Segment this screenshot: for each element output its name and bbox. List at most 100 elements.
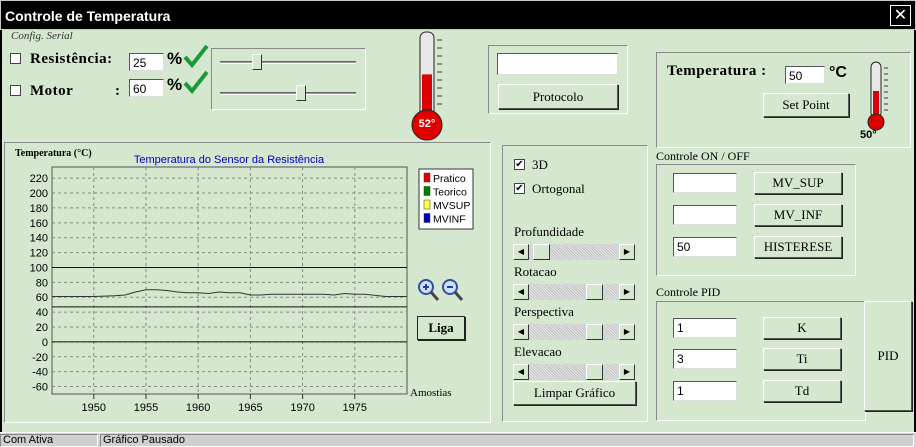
pid-k-input[interactable]: 1 bbox=[673, 318, 737, 338]
y-tick-label: -40 bbox=[32, 367, 48, 379]
y-tick-label: -20 bbox=[32, 352, 48, 364]
slider-elevacao[interactable]: ◀ ▶ bbox=[513, 364, 635, 380]
limpar-grafico-button[interactable]: Limpar Gráfico bbox=[513, 381, 636, 405]
pid-td-button[interactable]: Td bbox=[763, 380, 841, 402]
check-3d-checkbox[interactable]: ✔ bbox=[514, 159, 525, 170]
resistencia-percent: % bbox=[167, 49, 183, 68]
y-tick-label: 60 bbox=[36, 292, 48, 304]
zoom-out-icon[interactable] bbox=[440, 277, 464, 303]
pid-title: Controle PID bbox=[656, 285, 721, 299]
y-tick-label: 20 bbox=[36, 322, 48, 334]
legend-swatch bbox=[423, 199, 431, 210]
mv-inf-button[interactable]: MV_INF bbox=[754, 204, 842, 226]
protocolo-input[interactable] bbox=[497, 53, 618, 75]
onoff-panel: MV_SUP MV_INF 50 HISTERESE bbox=[656, 164, 856, 276]
motor-checkbox[interactable] bbox=[10, 85, 21, 96]
arrow-right-icon[interactable]: ▶ bbox=[619, 324, 635, 340]
x-tick-label: 1965 bbox=[238, 402, 262, 414]
check-3d-label: 3D bbox=[532, 157, 548, 172]
legend-swatch bbox=[423, 186, 431, 196]
histerese-button[interactable]: HISTERESE bbox=[754, 236, 842, 258]
close-button[interactable]: ✕ bbox=[890, 5, 911, 26]
close-icon: ✕ bbox=[893, 5, 908, 24]
onoff-title: Controle ON / OFF bbox=[656, 149, 750, 163]
protocolo-panel: Protocolo bbox=[488, 45, 628, 114]
arrow-right-icon[interactable]: ▶ bbox=[619, 364, 635, 380]
status-com: Com Ativa bbox=[0, 434, 98, 447]
slider-rotacao[interactable]: ◀ ▶ bbox=[513, 284, 635, 300]
y-tick-label: 120 bbox=[30, 248, 48, 260]
y-tick-label: 200 bbox=[30, 188, 48, 200]
pid-k-button[interactable]: K bbox=[763, 317, 841, 339]
graph-options-panel: ✔ 3D ✔ Ortogonal Profundidade ◀ ▶ Rotaca… bbox=[502, 145, 648, 422]
x-tick-label: 1955 bbox=[134, 402, 158, 414]
checkmark-icon: ✔ bbox=[515, 183, 524, 194]
zoom-in-icon[interactable] bbox=[416, 277, 440, 303]
motor-slider-thumb[interactable] bbox=[295, 85, 306, 101]
y-tick-label: 140 bbox=[30, 233, 48, 245]
arrow-left-icon[interactable]: ◀ bbox=[513, 364, 529, 380]
resistencia-slider-track bbox=[220, 61, 356, 64]
temperatura-unit: °C bbox=[829, 64, 847, 81]
check-ok-icon bbox=[183, 70, 209, 94]
chart-title: Temperatura do Sensor da Resistência bbox=[134, 154, 325, 166]
config-serial-label: Config. Serial bbox=[11, 30, 73, 42]
resistencia-input[interactable]: 25 bbox=[129, 53, 164, 71]
thermometer-right bbox=[867, 61, 888, 131]
client-area: Config. Serial Resistência: 25 % Motor :… bbox=[2, 30, 914, 432]
y-tick-label: 160 bbox=[30, 218, 48, 230]
set-point-button[interactable]: Set Point bbox=[763, 93, 849, 117]
legend-swatch bbox=[423, 213, 431, 223]
pid-ti-button[interactable]: Ti bbox=[763, 348, 841, 370]
x-tick-label: 1950 bbox=[82, 402, 106, 414]
pid-td-input[interactable]: 1 bbox=[673, 381, 737, 401]
pid-button[interactable]: PID bbox=[864, 301, 912, 411]
histerese-input[interactable]: 50 bbox=[673, 237, 737, 257]
y-tick-label: 40 bbox=[36, 307, 48, 319]
y-tick-label: 100 bbox=[30, 262, 48, 274]
y-tick-label: 180 bbox=[30, 203, 48, 215]
y-tick-label: -60 bbox=[32, 382, 48, 394]
liga-button[interactable]: Liga bbox=[417, 316, 465, 340]
arrow-left-icon[interactable]: ◀ bbox=[513, 244, 529, 260]
motor-input[interactable]: 60 bbox=[129, 79, 164, 97]
title-bar: Controle de Temperatura ✕ bbox=[0, 0, 916, 30]
mv-sup-input[interactable] bbox=[673, 173, 737, 193]
slider-perspectiva[interactable]: ◀ ▶ bbox=[513, 324, 635, 340]
resistencia-slider-thumb[interactable] bbox=[251, 54, 262, 70]
mv-sup-button[interactable]: MV_SUP bbox=[754, 172, 842, 194]
window-title: Controle de Temperatura bbox=[5, 8, 171, 24]
resistencia-checkbox[interactable] bbox=[10, 53, 21, 64]
temperatura-input[interactable]: 50 bbox=[785, 66, 825, 84]
status-grafico: Gráfico Pausado bbox=[100, 434, 914, 447]
status-bar: Com Ativa Gráfico Pausado bbox=[0, 432, 916, 447]
x-axis-label: Amostias bbox=[410, 387, 452, 399]
slider-thumb[interactable] bbox=[585, 364, 603, 380]
slider-profundidade-label: Profundidade bbox=[514, 224, 585, 239]
slider-elevacao-label: Elevacao bbox=[514, 344, 562, 359]
x-tick-label: 1970 bbox=[290, 402, 314, 414]
arrow-left-icon[interactable]: ◀ bbox=[513, 324, 529, 340]
check-ortogonal-label: Ortogonal bbox=[532, 181, 585, 196]
check-ortogonal-checkbox[interactable]: ✔ bbox=[514, 183, 525, 194]
slider-perspectiva-label: Perspectiva bbox=[514, 304, 574, 319]
arrow-right-icon[interactable]: ▶ bbox=[619, 244, 635, 260]
mv-inf-input[interactable] bbox=[673, 205, 737, 225]
pid-ti-input[interactable]: 3 bbox=[673, 349, 737, 369]
legend-label: Pratico bbox=[433, 173, 466, 185]
slider-thumb[interactable] bbox=[585, 324, 603, 340]
arrow-right-icon[interactable]: ▶ bbox=[619, 284, 635, 300]
checkmark-icon: ✔ bbox=[515, 159, 524, 170]
temperatura-label: Temperatura : bbox=[667, 63, 767, 79]
y-tick-label: 0 bbox=[42, 337, 48, 349]
slider-thumb[interactable] bbox=[585, 284, 603, 300]
slider-profundidade[interactable]: ◀ ▶ bbox=[513, 244, 635, 260]
slider-thumb[interactable] bbox=[532, 244, 550, 260]
x-tick-label: 1960 bbox=[186, 402, 210, 414]
pid-panel: 1 K 3 Ti 1 Td bbox=[656, 301, 866, 421]
y-axis-label: Temperatura (°C) bbox=[15, 148, 92, 159]
arrow-left-icon[interactable]: ◀ bbox=[513, 284, 529, 300]
legend-label: Teorico bbox=[433, 187, 467, 199]
legend-label: MVSUP bbox=[433, 200, 470, 212]
protocolo-button[interactable]: Protocolo bbox=[498, 84, 618, 109]
